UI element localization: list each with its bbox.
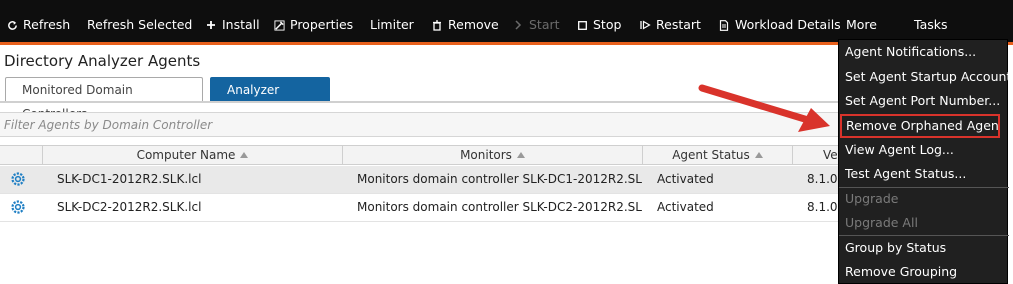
- menu-item-upgrade-all[interactable]: Upgrade All: [839, 211, 1009, 235]
- monitors-cell: Monitors domain controller SLK-DC2-2012R…: [357, 200, 642, 214]
- refresh-icon: [6, 19, 18, 31]
- refresh-button[interactable]: Refresh: [6, 0, 70, 42]
- properties-button[interactable]: Properties: [273, 0, 353, 42]
- callout-arrow-icon: [698, 84, 830, 132]
- menu-item-group-by-status[interactable]: Group by Status: [839, 236, 1009, 260]
- column-header-label: Agent Status: [672, 148, 750, 162]
- restart-label: Restart: [656, 17, 701, 32]
- properties-label: Properties: [290, 17, 354, 32]
- workload-details-button[interactable]: Workload Details: [718, 0, 841, 42]
- page-title: Directory Analyzer Agents: [4, 52, 201, 70]
- filter-placeholder: Filter Agents by Domain Controller: [4, 118, 213, 132]
- trash-icon: [431, 19, 443, 31]
- table-row[interactable]: SLK-DC2-2012R2.SLK.lcl Monitors domain c…: [0, 194, 838, 222]
- limiter-button[interactable]: Limiter: [370, 0, 414, 42]
- menu-item-remove-orphaned-agents[interactable]: Remove Orphaned Agents...: [840, 114, 1000, 138]
- restart-icon: [639, 19, 651, 31]
- gear-icon: [9, 198, 29, 218]
- sort-asc-icon: [516, 152, 525, 158]
- menu-item-remove-grouping[interactable]: Remove Grouping: [839, 260, 1009, 284]
- agent-status-cell: Activated: [657, 200, 714, 214]
- workload-details-label: Workload Details: [735, 17, 841, 32]
- restart-button[interactable]: Restart: [639, 0, 701, 42]
- refresh-label: Refresh: [23, 17, 71, 32]
- more-menu-button[interactable]: More: [846, 0, 894, 50]
- grid-header: Computer Name Monitors Agent Status Ver: [0, 145, 843, 165]
- chevron-down-icon: [885, 21, 894, 50]
- sort-asc-icon: [240, 152, 249, 158]
- column-header-computer-name[interactable]: Computer Name: [43, 146, 343, 165]
- menu-item-set-agent-port-number[interactable]: Set Agent Port Number...: [839, 89, 1009, 113]
- computer-name-cell: SLK-DC2-2012R2.SLK.lcl: [57, 200, 202, 214]
- install-button[interactable]: Install: [205, 0, 260, 42]
- tab-analyzer-agents[interactable]: Analyzer Agents: [210, 77, 330, 121]
- menu-item-agent-notifications[interactable]: Agent Notifications...: [839, 40, 1009, 64]
- install-label: Install: [222, 17, 260, 32]
- column-header-agent-status[interactable]: Agent Status: [643, 146, 793, 165]
- more-dropdown-menu: Agent Notifications... Set Agent Startup…: [838, 39, 1009, 284]
- icon-column-header: [0, 146, 43, 165]
- agent-status-cell: Activated: [657, 172, 714, 186]
- computer-name-cell: SLK-DC1-2012R2.SLK.lcl: [57, 172, 202, 186]
- document-icon: [718, 19, 730, 31]
- version-cell: 8.1.0.: [807, 200, 838, 214]
- column-header-label: Monitors: [460, 148, 512, 162]
- chevron-down-icon: [955, 21, 965, 50]
- column-header-version[interactable]: Ver: [793, 146, 843, 165]
- plus-icon: [205, 19, 217, 31]
- limiter-label: Limiter: [370, 17, 414, 32]
- column-header-label: Computer Name: [136, 148, 236, 162]
- refresh-selected-label: Refresh Selected: [87, 17, 193, 32]
- remove-label: Remove: [448, 17, 499, 32]
- properties-icon: [273, 19, 285, 31]
- version-cell: 8.1.0.: [807, 172, 838, 186]
- start-label: Start: [529, 17, 560, 32]
- tasks-menu-button[interactable]: Tasks: [914, 0, 965, 50]
- refresh-selected-button[interactable]: Refresh Selected: [87, 0, 192, 42]
- menu-item-view-agent-log[interactable]: View Agent Log...: [839, 138, 1009, 162]
- gear-icon: [9, 170, 29, 190]
- menu-item-test-agent-status[interactable]: Test Agent Status...: [839, 162, 1009, 186]
- column-header-monitors[interactable]: Monitors: [343, 146, 643, 165]
- monitors-cell: Monitors domain controller SLK-DC1-2012R…: [357, 172, 642, 186]
- tab-monitored-domain-controllers[interactable]: Monitored Domain Controllers: [5, 77, 203, 121]
- start-button[interactable]: Start: [512, 0, 560, 42]
- menu-item-set-agent-startup-account[interactable]: Set Agent Startup Account...: [839, 65, 1009, 89]
- remove-button[interactable]: Remove: [431, 0, 499, 42]
- sort-asc-icon: [754, 152, 763, 158]
- menu-item-upgrade[interactable]: Upgrade: [839, 187, 1009, 211]
- stop-label: Stop: [593, 17, 622, 32]
- chevron-right-icon: [512, 19, 524, 31]
- stop-button[interactable]: Stop: [576, 0, 621, 42]
- stop-square-icon: [576, 19, 588, 31]
- table-row[interactable]: SLK-DC1-2012R2.SLK.lcl Monitors domain c…: [0, 166, 838, 194]
